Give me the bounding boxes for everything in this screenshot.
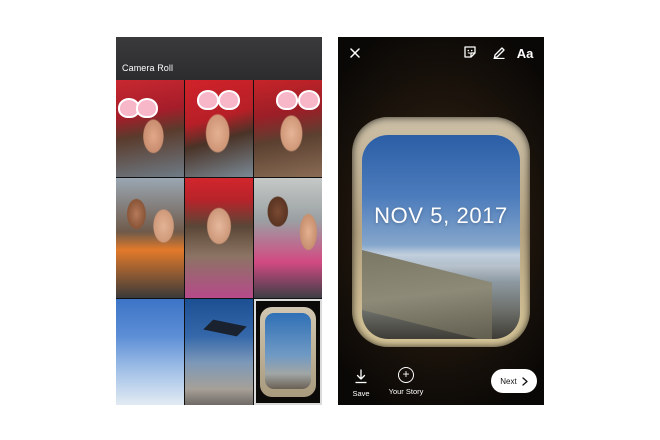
next-button[interactable]: Next: [491, 369, 537, 393]
camera-roll-title[interactable]: Camera Roll: [122, 63, 173, 73]
text-tool-button[interactable]: Aa: [514, 44, 536, 62]
photo-thumbnail[interactable]: [185, 178, 253, 298]
photo-thumbnail-selected[interactable]: [254, 299, 322, 405]
your-story-button[interactable]: + Your Story: [384, 367, 428, 401]
photo-grid: [116, 80, 322, 405]
photo-thumbnail[interactable]: [116, 178, 184, 298]
sunglasses-heart: [218, 90, 240, 110]
your-story-label: Your Story: [388, 387, 424, 396]
sunglasses-heart: [136, 98, 158, 118]
close-icon: [350, 48, 360, 58]
pen-icon: [493, 47, 505, 59]
airplane-window-view: [362, 135, 520, 339]
save-button[interactable]: Save: [350, 369, 372, 399]
sunglasses-heart: [276, 90, 298, 110]
photo-thumbnail[interactable]: [254, 178, 322, 298]
photo-thumbnail[interactable]: [185, 299, 253, 405]
close-button[interactable]: [346, 44, 364, 62]
camera-roll-screen: Camera Roll: [116, 37, 322, 405]
sunglasses-heart: [197, 90, 219, 110]
story-editor-screen: NOV 5, 2017 Aa Save + Your Story Next: [338, 37, 544, 405]
photo-thumbnail[interactable]: [185, 80, 253, 177]
next-label: Next: [500, 376, 517, 386]
camera-roll-header: Camera Roll: [116, 37, 322, 80]
photo-thumbnail[interactable]: [254, 80, 322, 177]
airplane-wing: [203, 319, 247, 337]
photo-thumbnail[interactable]: [116, 299, 184, 405]
chevron-right-icon: [522, 376, 528, 386]
sticker-icon: [464, 46, 476, 58]
selection-outline: [254, 299, 322, 405]
download-icon: [355, 369, 367, 384]
plus-circle-icon: +: [398, 367, 414, 383]
date-sticker[interactable]: NOV 5, 2017: [338, 203, 544, 229]
sticker-button[interactable]: [461, 43, 479, 61]
draw-button[interactable]: [490, 43, 508, 61]
editor-bottom-bar: Save + Your Story Next: [338, 363, 544, 405]
sunglasses-heart: [298, 90, 320, 110]
editor-toolbar: Aa: [338, 37, 544, 69]
photo-thumbnail[interactable]: [116, 80, 184, 177]
save-label: Save: [352, 389, 370, 398]
